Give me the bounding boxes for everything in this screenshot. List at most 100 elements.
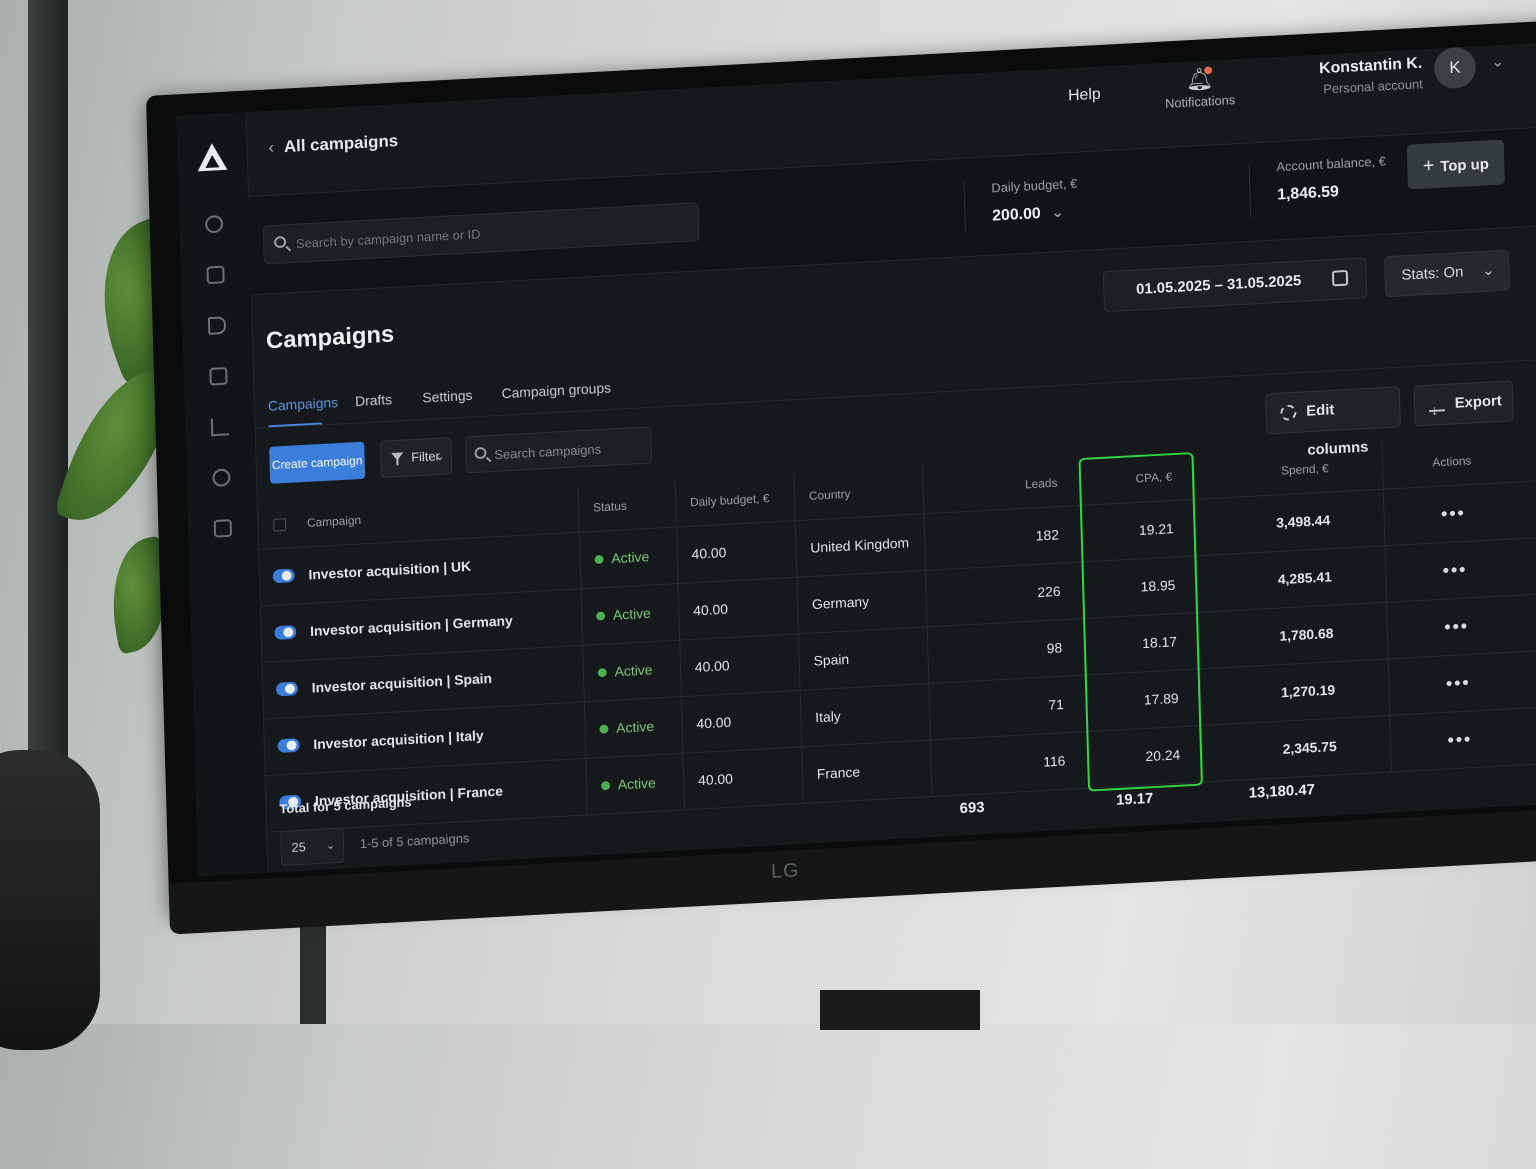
cpa-cell: 20.24 <box>1086 725 1203 788</box>
more-actions-icon[interactable]: ••• <box>1446 672 1471 694</box>
create-campaign-button[interactable]: Create campaign <box>269 441 366 484</box>
toggle-cell <box>261 660 306 719</box>
back-link[interactable]: ‹ All campaigns <box>268 131 398 157</box>
stats-toggle[interactable]: Stats: On ⌄ <box>1384 249 1510 298</box>
header-cpa[interactable]: CPA, € <box>1078 452 1195 505</box>
leads-cell: 226 <box>925 561 1084 627</box>
status-cell: Active <box>582 639 681 702</box>
chevron-down-icon: ⌄ <box>1050 204 1065 222</box>
daily-budget-cell: 40.00 <box>679 633 800 697</box>
search-icon <box>273 235 287 249</box>
clock-icon[interactable] <box>212 468 231 487</box>
campaign-toggle[interactable] <box>275 681 299 697</box>
more-actions-icon[interactable]: ••• <box>1441 502 1466 524</box>
edit-columns-button[interactable]: Edit columns <box>1265 386 1401 459</box>
user-account-type: Personal account <box>1323 76 1423 97</box>
divider <box>1248 164 1252 218</box>
actions-cell: ••• <box>1384 537 1525 602</box>
leads-cell: 98 <box>926 618 1085 683</box>
status-dot <box>597 667 607 677</box>
export-button[interactable]: Export <box>1413 380 1514 427</box>
more-actions-icon[interactable]: ••• <box>1444 615 1469 637</box>
campaign-toggle[interactable] <box>277 738 300 753</box>
daily-budget-label: Daily budget, € <box>991 176 1078 196</box>
more-actions-icon[interactable]: ••• <box>1447 729 1472 751</box>
status-badge: Active <box>617 774 656 793</box>
chair-arm <box>0 750 100 1050</box>
header-status[interactable]: Status <box>577 479 676 532</box>
global-search-input[interactable]: Search by campaign name or ID <box>262 202 700 265</box>
chart-icon[interactable] <box>210 417 230 437</box>
tab-drafts[interactable]: Drafts <box>355 391 392 409</box>
global-search-placeholder: Search by campaign name or ID <box>295 226 481 252</box>
briefcase-icon[interactable] <box>213 519 233 538</box>
toggle-cell <box>260 603 305 662</box>
date-range-value: 01.05.2025 – 31.05.2025 <box>1135 272 1302 298</box>
daily-budget-value[interactable]: 200.00 ⌄ <box>992 202 1065 225</box>
select-all-cell[interactable] <box>257 500 302 549</box>
checkbox[interactable] <box>272 517 286 532</box>
status-badge: Active <box>611 548 650 567</box>
header-country[interactable]: Country <box>793 466 924 521</box>
page-size-select[interactable]: 25 ⌄ <box>280 827 345 867</box>
logo-icon[interactable] <box>195 140 230 175</box>
tab-settings[interactable]: Settings <box>422 387 473 405</box>
total-leads: 693 <box>959 799 985 818</box>
leads-cell: 182 <box>923 504 1082 570</box>
leads-cell: 116 <box>929 731 1088 797</box>
gear-icon <box>1280 404 1297 421</box>
campaign-toggle[interactable] <box>272 568 295 584</box>
wallet-icon[interactable] <box>206 265 225 285</box>
header-leads[interactable]: Leads <box>922 458 1080 514</box>
header-daily-budget[interactable]: Daily budget, € <box>674 473 795 527</box>
breadcrumb-label: All campaigns <box>283 131 399 156</box>
tab-campaigns[interactable]: Campaigns <box>268 394 339 413</box>
more-actions-icon[interactable]: ••• <box>1442 559 1467 581</box>
tab-campaign-groups[interactable]: Campaign groups <box>501 380 611 401</box>
bell-icon: 🔔︎ <box>1185 66 1214 93</box>
top-up-button[interactable]: + Top up <box>1406 139 1505 190</box>
country-cell: United Kingdom <box>794 513 926 577</box>
megaphone-icon[interactable] <box>207 316 227 335</box>
campaign-search-input[interactable]: Search campaigns <box>465 426 653 474</box>
cpa-cell: 19.21 <box>1079 498 1197 562</box>
date-range-picker[interactable]: 01.05.2025 – 31.05.2025 <box>1102 257 1368 313</box>
country-cell: Spain <box>797 626 929 690</box>
status-cell: Active <box>580 583 680 645</box>
status-dot <box>594 554 604 564</box>
back-chevron-icon: ‹ <box>268 137 275 157</box>
status-badge: Active <box>614 661 653 680</box>
chevron-down-icon[interactable]: ⌄ <box>1491 53 1504 71</box>
spend-cell: 2,345.75 <box>1201 714 1391 782</box>
daily-budget-cell: 40.00 <box>677 576 798 640</box>
avatar[interactable]: K <box>1433 46 1477 90</box>
help-link[interactable]: Help <box>1068 86 1101 105</box>
chevron-down-icon: ⌄ <box>434 449 446 464</box>
daily-budget-cell: 40.00 <box>682 746 803 810</box>
pagination-range: 1-5 of 5 campaigns <box>359 830 470 852</box>
filter-button[interactable]: Filter ⌄ <box>379 437 453 478</box>
status-cell: Active <box>578 526 678 589</box>
chevron-down-icon: ⌄ <box>325 839 336 852</box>
calendar-icon <box>1331 269 1349 287</box>
divider <box>963 180 966 233</box>
status-dot <box>596 610 606 621</box>
toggle-cell <box>263 716 308 775</box>
cpa-cell: 17.89 <box>1084 668 1202 732</box>
tab-bar: Campaigns Drafts Settings Campaign group… <box>268 380 611 427</box>
notification-dot <box>1204 66 1213 75</box>
cpa-cell: 18.17 <box>1083 611 1200 675</box>
status-cell: Active <box>585 752 685 815</box>
user-info[interactable]: Konstantin K. Personal account <box>1313 55 1423 97</box>
status-badge: Active <box>616 718 655 736</box>
spend-cell: 4,285.41 <box>1196 545 1387 612</box>
campaign-toggle[interactable] <box>274 625 297 640</box>
stats-toggle-label: Stats: On <box>1401 263 1464 284</box>
notifications-button[interactable]: 🔔︎ Notifications <box>1155 65 1245 112</box>
balance-value: 1,846.59 <box>1276 183 1340 204</box>
globe-icon[interactable] <box>204 214 224 234</box>
filter-icon <box>391 452 404 461</box>
download-icon <box>1428 395 1446 413</box>
document-icon[interactable] <box>209 367 228 386</box>
actions-cell: ••• <box>1387 650 1528 715</box>
